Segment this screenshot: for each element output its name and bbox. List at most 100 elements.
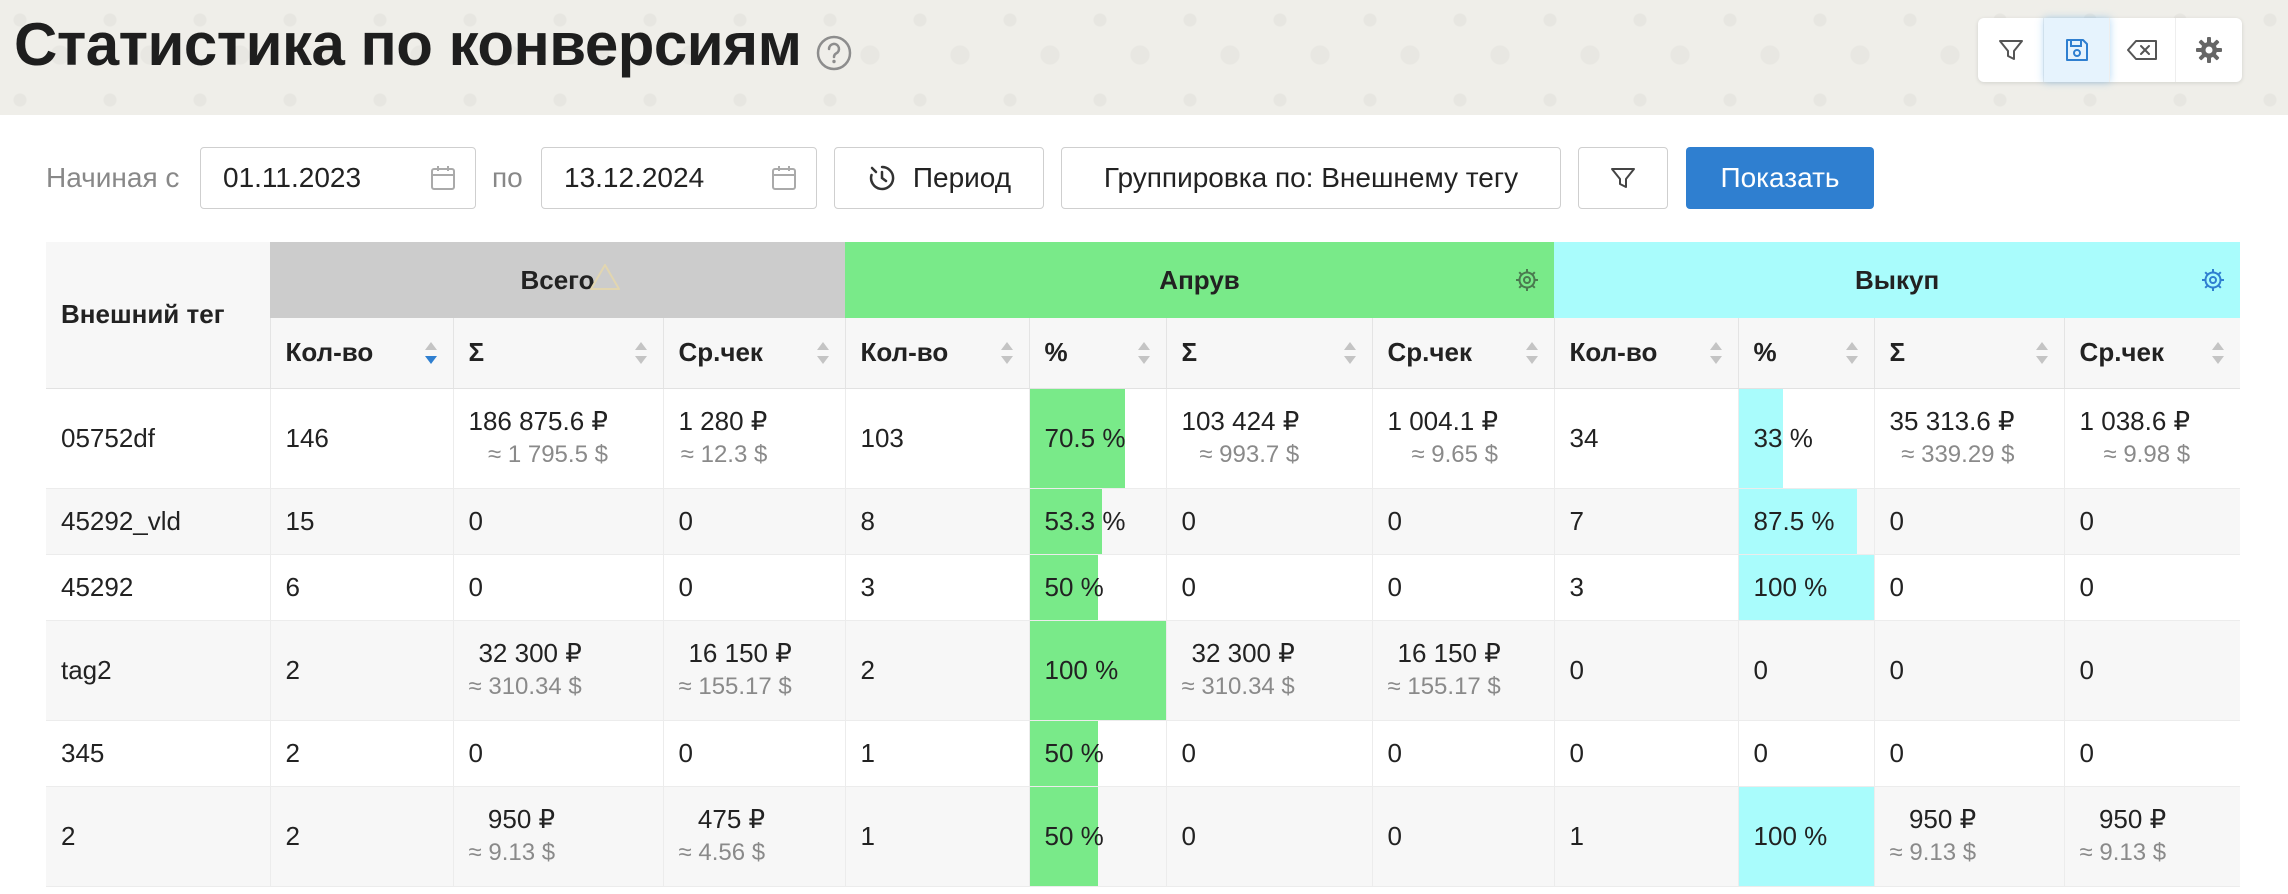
cell-value: 0: [468, 505, 483, 536]
cell-b-qty: 7: [1553, 488, 1739, 555]
cell-t-sum: 186 875.6 ₽ ≈ 1 795.5 $: [452, 388, 663, 489]
cell-value: 0: [678, 737, 693, 768]
date-from-value: 01.11.2023: [223, 162, 362, 193]
sort-icon[interactable]: [1136, 339, 1152, 367]
date-to-value: 13.12.2024: [564, 162, 705, 193]
usd-value: ≈ 4.56 $: [678, 839, 766, 866]
column-header-t-avg[interactable]: Ср.чек: [662, 318, 846, 389]
percent-value: 33 %: [1753, 422, 1813, 453]
cell-a-pct: 53.3 %: [1028, 488, 1167, 555]
filter-bar: Начиная с 01.11.2023 по 13.12.2024 Перио…: [46, 147, 1874, 209]
column-header-label: %: [1753, 337, 1777, 368]
usd-value: ≈ 310.34 $: [468, 673, 582, 700]
sort-icon[interactable]: [2210, 339, 2226, 367]
cell-t-qty: 6: [269, 554, 453, 621]
cell-a-pct: 50 %: [1028, 720, 1167, 787]
date-from-label: Начиная с: [46, 162, 180, 193]
settings-button[interactable]: [2176, 18, 2242, 82]
sort-icon[interactable]: [815, 339, 831, 367]
cell-value: 0: [678, 505, 693, 536]
grouping-button[interactable]: Группировка по: Внешнему тегу: [1061, 147, 1561, 209]
sort-icon[interactable]: [1524, 339, 1540, 367]
sort-icon[interactable]: [999, 339, 1015, 367]
cell-value: 3: [1569, 571, 1585, 602]
help-icon[interactable]: [815, 34, 853, 72]
rub-value: 32 300 ₽: [478, 638, 582, 668]
column-header-label: Кол-во: [285, 337, 374, 368]
cell-b-avg: 0: [2063, 488, 2241, 555]
cell-a-avg: 1 004.1 ₽ ≈ 9.65 $: [1371, 388, 1555, 489]
cell-value: 0: [1181, 737, 1196, 768]
column-header-b-qty[interactable]: Кол-во: [1553, 318, 1739, 389]
cell-b-pct: 100 %: [1737, 786, 1875, 887]
gear-icon: [2196, 37, 2222, 63]
cell-value: 1: [1569, 820, 1585, 851]
cell-b-sum: 0: [1873, 720, 2065, 787]
cell-value: 2: [285, 654, 300, 685]
column-header-a-qty[interactable]: Кол-во: [844, 318, 1030, 389]
column-header-a-sum[interactable]: Σ: [1165, 318, 1373, 389]
date-from-input[interactable]: 01.11.2023: [200, 147, 476, 209]
rub-value: 1 038.6 ₽: [2079, 406, 2191, 436]
column-header-a-pct[interactable]: %: [1028, 318, 1167, 389]
usd-value: ≈ 9.98 $: [2103, 441, 2191, 468]
save-icon: [2065, 39, 2088, 61]
cell-tag: 45292: [46, 554, 270, 621]
cell-a-sum: 0: [1165, 488, 1373, 555]
column-header-b-avg[interactable]: Ср.чек: [2063, 318, 2241, 389]
column-header-b-pct[interactable]: %: [1737, 318, 1875, 389]
usd-value: ≈ 9.13 $: [2079, 839, 2167, 866]
money-value: 32 300 ₽ ≈ 310.34 $: [469, 636, 582, 704]
buyout-settings-icon[interactable]: [2200, 267, 2226, 293]
date-to-input[interactable]: 13.12.2024: [541, 147, 817, 209]
cell-value: 15: [285, 505, 315, 536]
table-row: tag2 2 32 300 ₽ ≈ 310.34 $ 16 150 ₽ ≈ 155.17 …: [46, 620, 2241, 721]
cell-value: 103: [860, 422, 904, 453]
rub-value: 1 004.1 ₽: [1387, 406, 1499, 436]
group-header-total: Всего: [270, 242, 846, 318]
sort-icon[interactable]: [1844, 339, 1860, 367]
filter-button[interactable]: [1978, 18, 2044, 82]
period-button[interactable]: Период: [834, 147, 1044, 209]
column-header-label: Σ: [1181, 337, 1198, 368]
cell-value: 0: [1181, 820, 1196, 851]
cell-value: 7: [1569, 505, 1585, 536]
money-value: 16 150 ₽ ≈ 155.17 $: [679, 636, 792, 704]
sort-icon[interactable]: [1342, 339, 1358, 367]
cell-a-qty: 2: [844, 620, 1030, 721]
usd-value: ≈ 12.3 $: [680, 441, 768, 468]
approve-settings-icon[interactable]: [1514, 267, 1540, 293]
cell-b-sum: 0: [1873, 620, 2065, 721]
cell-b-sum: 950 ₽ ≈ 9.13 $: [1873, 786, 2065, 887]
cell-value: 2: [285, 820, 300, 851]
cell-a-pct: 70.5 %: [1028, 388, 1167, 489]
column-header-a-avg[interactable]: Ср.чек: [1371, 318, 1555, 389]
sort-icon[interactable]: [2034, 339, 2050, 367]
row-header-tag[interactable]: Внешний тег: [46, 242, 270, 389]
show-button[interactable]: Показать: [1686, 147, 1874, 209]
percent-value: 53.3 %: [1044, 505, 1126, 536]
cell-value: 3: [860, 571, 875, 602]
cell-t-avg: 475 ₽ ≈ 4.56 $: [662, 786, 846, 887]
cell-b-qty: 0: [1553, 620, 1739, 721]
column-header-b-sum[interactable]: Σ: [1873, 318, 2065, 389]
sort-icon[interactable]: [1708, 339, 1724, 367]
period-button-label: Период: [912, 162, 1012, 193]
clear-button[interactable]: [2110, 18, 2176, 82]
cell-t-sum: 0: [452, 554, 663, 621]
cell-value: 2: [860, 654, 875, 685]
cell-value: 0: [1889, 654, 1905, 685]
group-buyout-label: Выкуп: [1854, 264, 1940, 295]
filter-toggle-button[interactable]: [1578, 147, 1668, 209]
cell-a-qty: 1: [844, 786, 1030, 887]
column-header-t-sum[interactable]: Σ: [452, 318, 663, 389]
group-approve-label: Апрув: [1159, 264, 1240, 295]
sort-icon[interactable]: [423, 339, 439, 367]
cell-t-qty: 15: [269, 488, 453, 555]
usd-value: ≈ 9.65 $: [1411, 441, 1499, 468]
usd-value: ≈ 9.13 $: [1889, 839, 1977, 866]
save-button[interactable]: [2044, 18, 2110, 82]
sort-icon[interactable]: [633, 339, 649, 367]
money-value: 950 ₽ ≈ 9.13 $: [2080, 802, 2167, 870]
column-header-t-qty[interactable]: Кол-во: [269, 318, 453, 389]
